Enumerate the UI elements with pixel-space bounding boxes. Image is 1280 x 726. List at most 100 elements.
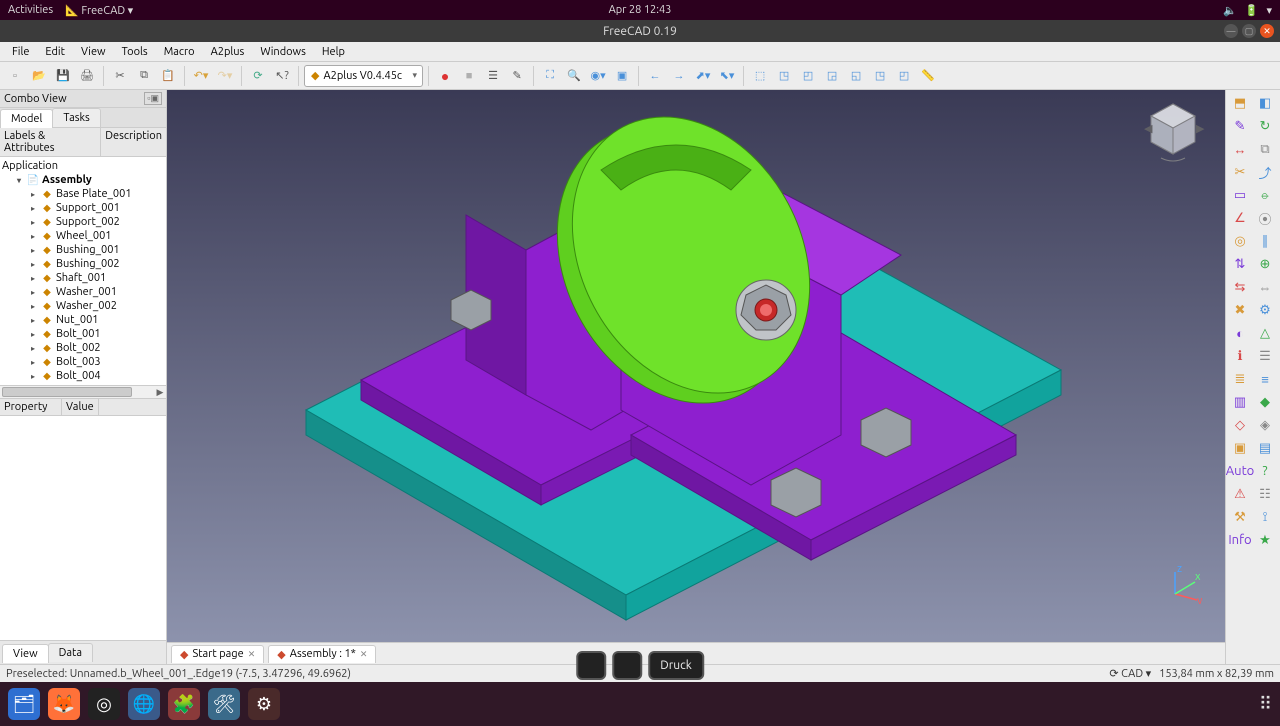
- tree-application[interactable]: Application: [0, 159, 166, 173]
- bottom-view-button[interactable]: ◳: [869, 65, 891, 87]
- cut-button[interactable]: ✂: [109, 65, 131, 87]
- right-view-button[interactable]: ◲: [821, 65, 843, 87]
- menu-a2plus[interactable]: A2plus: [205, 44, 251, 60]
- solve-button[interactable]: ⚙: [1253, 299, 1277, 321]
- menu-help[interactable]: Help: [316, 44, 351, 60]
- minimize-button[interactable]: —: [1224, 24, 1238, 38]
- partlist-button[interactable]: ☰: [1253, 345, 1277, 367]
- misc1-button[interactable]: ▥: [1228, 391, 1252, 413]
- tree-item-bolt-003[interactable]: ▸◆Bolt_003: [0, 355, 166, 369]
- dock-app6[interactable]: 🛠: [208, 688, 240, 720]
- refresh-button[interactable]: ⟳: [247, 65, 269, 87]
- top-view-button[interactable]: ◰: [797, 65, 819, 87]
- dock-obs[interactable]: ◎: [88, 688, 120, 720]
- dof-button[interactable]: △: [1253, 322, 1277, 344]
- volume-icon[interactable]: 🔈: [1223, 4, 1237, 17]
- menu-windows[interactable]: Windows: [254, 44, 312, 60]
- flip-button[interactable]: ⇆: [1228, 276, 1252, 298]
- workbench-selector[interactable]: ◆ A2plus V0.4.45c: [304, 65, 423, 87]
- macro-edit-button[interactable]: ✎: [506, 65, 528, 87]
- measure-button[interactable]: ⟟: [1253, 506, 1277, 528]
- 3d-viewport[interactable]: ◀ ▶ z y x ◆ Start page ✕ ◆ Assembly : 1*…: [167, 90, 1225, 664]
- draw-style-button[interactable]: ◉▾: [587, 65, 609, 87]
- dock-files[interactable]: 🗂: [8, 688, 40, 720]
- constraint-center-button[interactable]: ⊕: [1253, 253, 1277, 275]
- misc6-button[interactable]: ▤: [1253, 437, 1277, 459]
- whats-this-button[interactable]: ↖?: [271, 65, 293, 87]
- menu-tools[interactable]: Tools: [116, 44, 154, 60]
- fit-all-button[interactable]: ⛶: [539, 65, 561, 87]
- tab-start-page[interactable]: ◆ Start page ✕: [171, 645, 264, 663]
- tree-item-support-001[interactable]: ▸◆Support_001: [0, 201, 166, 215]
- constraint-circular-button[interactable]: ◎: [1228, 230, 1252, 252]
- menu-file[interactable]: File: [6, 44, 35, 60]
- constraint-angle-button[interactable]: ∠: [1228, 207, 1252, 229]
- macro-record-button[interactable]: ●: [434, 65, 456, 87]
- macro-stop-button[interactable]: ■: [458, 65, 480, 87]
- show-applications-button[interactable]: ⠿: [1259, 694, 1272, 715]
- misc3-button[interactable]: ◇: [1228, 414, 1252, 436]
- info-panel-button[interactable]: Info: [1228, 529, 1252, 551]
- move-button[interactable]: ↔: [1228, 138, 1252, 160]
- tree-item-bolt-001[interactable]: ▸◆Bolt_001: [0, 327, 166, 341]
- export-button[interactable]: ⤴: [1253, 161, 1277, 183]
- constraint-parallel-button[interactable]: ∥: [1253, 230, 1277, 252]
- tree-item-bolt-004[interactable]: ▸◆Bolt_004: [0, 369, 166, 383]
- front-view-button[interactable]: ◳: [773, 65, 795, 87]
- menu-edit[interactable]: Edit: [39, 44, 71, 60]
- activities-button[interactable]: Activities: [8, 4, 53, 17]
- open-button[interactable]: 📂: [28, 65, 50, 87]
- copy-button[interactable]: ⧉: [133, 65, 155, 87]
- macro-list-button[interactable]: ☰: [482, 65, 504, 87]
- left-view-button[interactable]: ◰: [893, 65, 915, 87]
- info-button[interactable]: ℹ: [1228, 345, 1252, 367]
- nav-cube[interactable]: ◀ ▶: [1141, 98, 1205, 162]
- dock-app5[interactable]: 🧩: [168, 688, 200, 720]
- add-part-button[interactable]: ⬒: [1228, 92, 1252, 114]
- constraint-axis-button[interactable]: ⦵: [1253, 184, 1277, 206]
- add-shape-button[interactable]: ◧: [1253, 92, 1277, 114]
- paste-button[interactable]: 📋: [157, 65, 179, 87]
- constraint-plane-button[interactable]: ▭: [1228, 184, 1252, 206]
- battery-icon[interactable]: 🔋: [1245, 4, 1259, 17]
- tree-item-base-plate-001[interactable]: ▸◆Base Plate_001: [0, 187, 166, 201]
- nav-fwd-button[interactable]: →: [668, 65, 690, 87]
- misc5-button[interactable]: ▣: [1228, 437, 1252, 459]
- edit-part-button[interactable]: ✎: [1228, 115, 1252, 137]
- app-menu[interactable]: 📐 FreeCAD ▾: [65, 4, 133, 17]
- power-icon[interactable]: ▾: [1266, 4, 1272, 17]
- tab-assembly-doc[interactable]: ◆ Assembly : 1* ✕: [268, 645, 376, 663]
- dock-firefox[interactable]: 🦊: [48, 688, 80, 720]
- model-tree[interactable]: Application ▾📄Assembly ▸◆Base Plate_001▸…: [0, 157, 166, 385]
- tab-view[interactable]: View: [2, 644, 49, 663]
- tree-item-support-002[interactable]: ▸◆Support_002: [0, 215, 166, 229]
- tree-item-washer-001[interactable]: ▸◆Washer_001: [0, 285, 166, 299]
- cut-button[interactable]: ✂: [1228, 161, 1252, 183]
- help-button[interactable]: ?: [1253, 460, 1277, 482]
- tree-item-bushing-001[interactable]: ▸◆Bushing_001: [0, 243, 166, 257]
- nav-style-indicator[interactable]: ⟳ CAD ▾: [1109, 667, 1151, 680]
- nav-back-button[interactable]: ←: [644, 65, 666, 87]
- offset-button[interactable]: ⇔: [1253, 276, 1277, 298]
- link-select-button[interactable]: ⬉▾: [716, 65, 738, 87]
- settings-button[interactable]: ⚒: [1228, 506, 1252, 528]
- duplicate-button[interactable]: ⧉: [1253, 138, 1277, 160]
- menu-macro[interactable]: Macro: [158, 44, 201, 60]
- tab-tasks[interactable]: Tasks: [52, 108, 100, 127]
- update-button[interactable]: ↻: [1253, 115, 1277, 137]
- rear-view-button[interactable]: ◱: [845, 65, 867, 87]
- tree-item-bushing-002[interactable]: ▸◆Bushing_002: [0, 257, 166, 271]
- measure-button[interactable]: 📏: [917, 65, 939, 87]
- print-button[interactable]: 🖨: [76, 65, 98, 87]
- tree-item-shaft-001[interactable]: ▸◆Shaft_001: [0, 271, 166, 285]
- tab-data[interactable]: Data: [48, 643, 93, 662]
- constraint-lock-button[interactable]: ⇅: [1228, 253, 1252, 275]
- close-tab-icon[interactable]: ✕: [248, 649, 256, 660]
- tip-button[interactable]: ★: [1253, 529, 1277, 551]
- misc2-button[interactable]: ◆: [1253, 391, 1277, 413]
- bom-button[interactable]: ≣: [1228, 368, 1252, 390]
- close-tab-icon[interactable]: ✕: [360, 649, 368, 660]
- new-button[interactable]: ▫: [4, 65, 26, 87]
- combo-view-undock-button[interactable]: ▫▣: [144, 92, 162, 105]
- redo-button[interactable]: ↷▾: [214, 65, 236, 87]
